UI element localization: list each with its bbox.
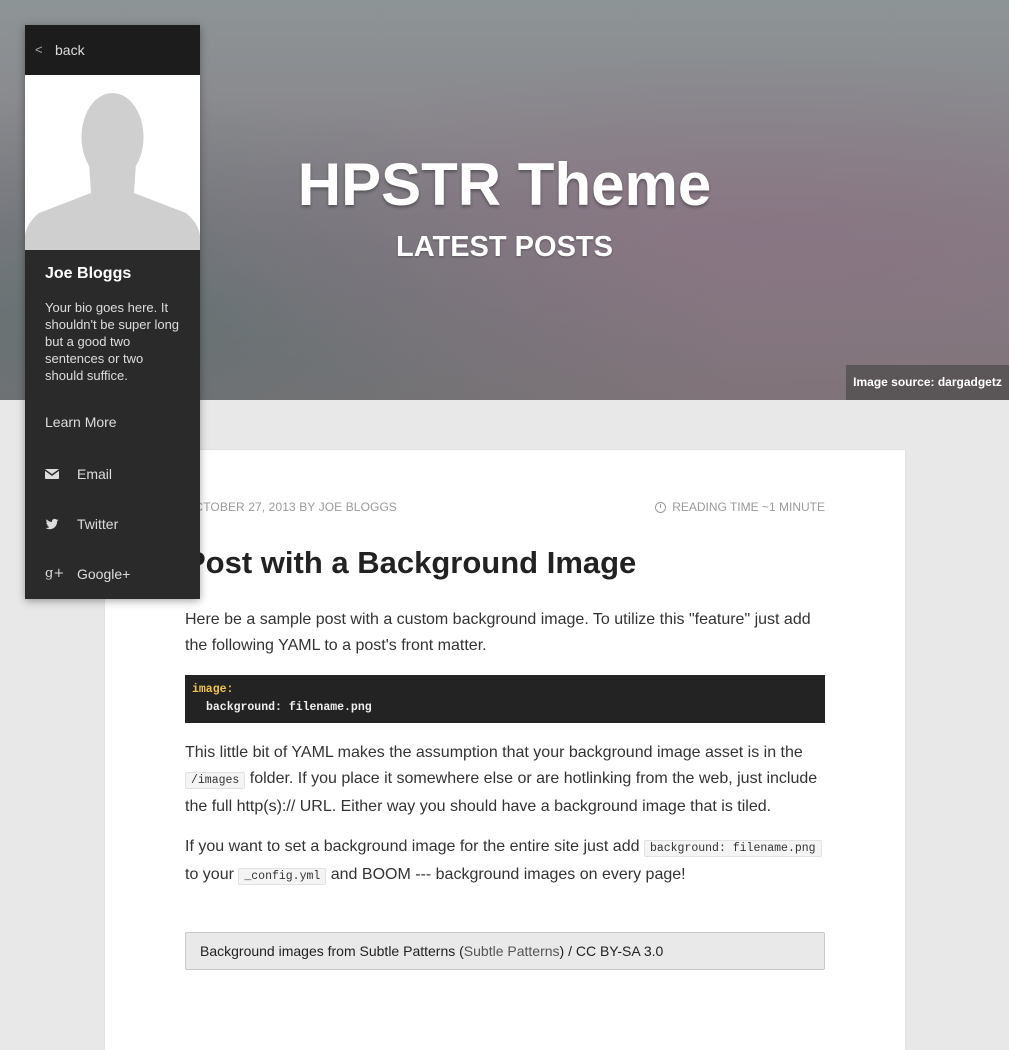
twitter-label: Twitter <box>77 516 119 532</box>
email-label: Email <box>77 466 113 482</box>
chevron-left-icon: < <box>35 42 43 57</box>
google-plus-label: Google+ <box>77 566 131 582</box>
notice-text: Background images from Subtle Patterns ( <box>200 943 464 959</box>
paragraph-text: folder. If you place it somewhere else o… <box>185 770 818 815</box>
subtle-patterns-link[interactable]: Subtle Patterns <box>464 943 560 959</box>
attribution-notice: Background images from Subtle Patterns (… <box>185 932 825 970</box>
inline-code: _config.yml <box>238 868 327 885</box>
back-label: back <box>55 42 85 58</box>
clock-icon <box>655 501 667 513</box>
twitter-icon <box>45 518 59 530</box>
post-paragraph-images: This little bit of YAML makes the assump… <box>185 740 825 820</box>
notice-text: ) / CC BY-SA 3.0 <box>559 943 664 959</box>
reading-time-label: READING TIME ~1 MINUTE <box>672 500 825 514</box>
envelope-icon <box>45 469 59 479</box>
paragraph-text: This little bit of YAML makes the assump… <box>185 744 803 761</box>
author-bio: Your bio goes here. It shouldn't be supe… <box>45 300 180 383</box>
post-article: OCTOBER 27, 2013 BY JOE BLOGGS READING T… <box>105 450 905 1050</box>
google-plus-link[interactable]: g+ Google+ <box>25 559 200 589</box>
google-plus-icon: g+ <box>45 566 65 581</box>
learn-more-link[interactable]: Learn More <box>45 414 117 430</box>
post-paragraph-config: If you want to set a background image fo… <box>185 834 825 890</box>
code-line: background: filename.png <box>206 701 372 714</box>
code-line: image: <box>192 683 234 696</box>
paragraph-text: If you want to set a background image fo… <box>185 838 640 855</box>
paragraph-text: and BOOM --- background images on every … <box>330 866 686 883</box>
inline-code: background: filename.png <box>643 840 822 857</box>
avatar <box>25 75 200 250</box>
back-button[interactable]: < back <box>25 25 200 75</box>
image-source-credit[interactable]: Image source: dargadgetz <box>846 365 1009 400</box>
yaml-code-block: image: background: filename.png <box>185 675 825 723</box>
author-sidebar: < back Joe Bloggs Your bio goes here. It… <box>25 25 200 599</box>
inline-code: /images <box>185 772 246 789</box>
author-name: Joe Bloggs <box>45 265 132 282</box>
post-intro-paragraph: Here be a sample post with a custom back… <box>185 611 811 654</box>
post-title[interactable]: Post with a Background Image <box>185 543 825 583</box>
post-date-author: OCTOBER 27, 2013 BY JOE BLOGGS <box>185 500 397 514</box>
paragraph-text: to your <box>185 866 234 883</box>
reading-time: READING TIME ~1 MINUTE <box>655 500 825 514</box>
avatar-silhouette-icon <box>25 75 200 250</box>
email-link[interactable]: Email <box>25 459 200 489</box>
twitter-link[interactable]: Twitter <box>25 509 200 539</box>
